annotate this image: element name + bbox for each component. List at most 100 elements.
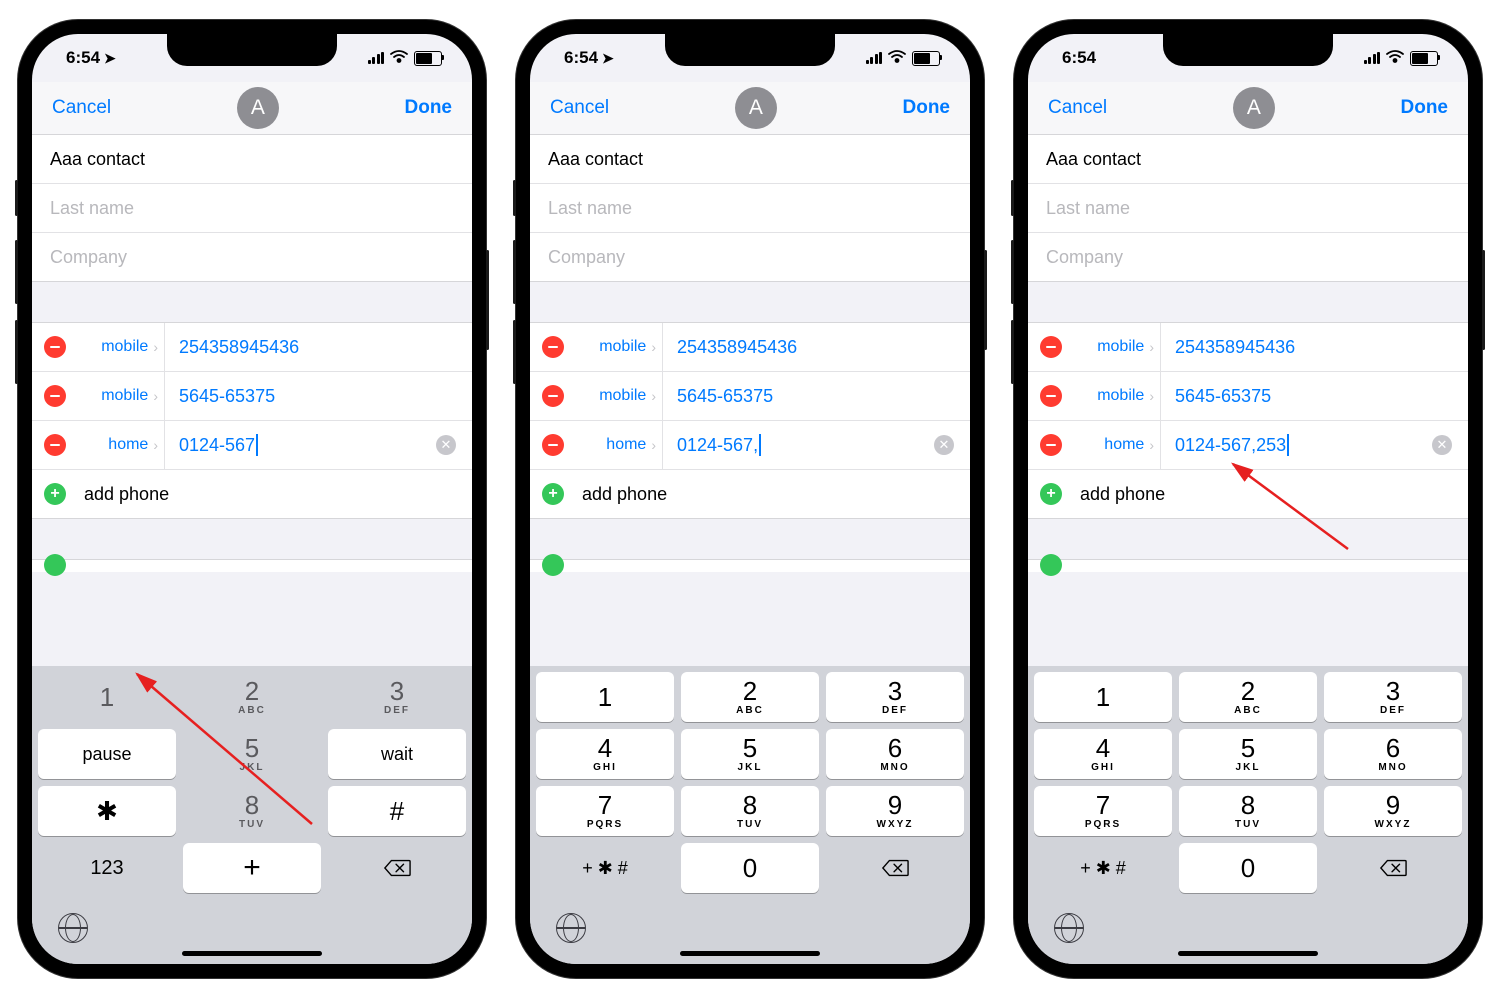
keypad-key[interactable]: 3DEF [826,672,964,722]
keypad-key[interactable]: 3DEF [1324,672,1462,722]
clear-icon[interactable]: ✕ [934,435,954,455]
add-button[interactable] [542,483,564,505]
avatar[interactable]: A [237,87,279,129]
keypad-key[interactable]: 1 [38,672,176,722]
remove-button[interactable] [542,385,564,407]
backspace-key[interactable] [328,843,466,893]
phone-value[interactable]: 0124-567,253 [1161,434,1432,456]
keypad-key[interactable]: 4GHI [536,729,674,779]
key-sub: PQRS [587,819,623,830]
keypad-key[interactable]: 9WXYZ [826,786,964,836]
phone-label[interactable]: home› [576,421,663,469]
done-button[interactable]: Done [903,97,951,119]
phone-value[interactable]: 0124-567 [165,434,436,456]
remove-button[interactable] [1040,336,1062,358]
remove-button[interactable] [542,434,564,456]
keypad-key[interactable]: 2ABC [183,672,321,722]
keypad-key[interactable]: 1 [536,672,674,722]
phone-label[interactable]: mobile› [576,372,663,420]
add-button[interactable] [1040,483,1062,505]
home-indicator[interactable] [182,951,322,956]
keypad-key[interactable]: 7PQRS [536,786,674,836]
keypad-key[interactable]: 2ABC [1179,672,1317,722]
phone-label[interactable]: home› [78,421,165,469]
cancel-button[interactable]: Cancel [52,97,111,119]
cancel-button[interactable]: Cancel [550,97,609,119]
phone-value[interactable]: 5645-65375 [165,386,460,407]
keypad-key[interactable]: 9WXYZ [1324,786,1462,836]
clear-icon[interactable]: ✕ [1432,435,1452,455]
key-sub: TUV [1235,819,1261,830]
keypad-key[interactable]: 2ABC [681,672,819,722]
phone-value[interactable]: 5645-65375 [1161,386,1456,407]
keypad-key[interactable]: wait [328,729,466,779]
keypad-key[interactable]: 1 [1034,672,1172,722]
last-name-field[interactable]: Last name [32,184,472,233]
switch-123[interactable]: 123 [38,843,176,893]
keypad-key[interactable]: ✱ [38,786,176,836]
keypad-key[interactable]: 6MNO [826,729,964,779]
avatar[interactable]: A [1233,87,1275,129]
phone-label[interactable]: mobile› [78,372,165,420]
first-name-field[interactable]: Aaa contact [32,135,472,184]
home-indicator[interactable] [680,951,820,956]
keypad-key[interactable]: 3DEF [328,672,466,722]
next-section-peek [530,559,970,572]
nav-header: Cancel A Done [32,82,472,135]
phone-value[interactable]: 0124-567, [663,434,934,456]
keypad-key[interactable]: 6MNO [1324,729,1462,779]
phone-label[interactable]: home› [1074,421,1161,469]
key-0[interactable]: 0 [681,843,819,893]
remove-button[interactable] [44,434,66,456]
keypad-key[interactable]: 8TUV [183,786,321,836]
home-indicator[interactable] [1178,951,1318,956]
backspace-key[interactable] [1324,843,1462,893]
first-name-field[interactable]: Aaa contact [530,135,970,184]
add-phone-row[interactable]: add phone [1028,470,1468,518]
keypad-key[interactable]: 8TUV [1179,786,1317,836]
remove-button[interactable] [44,336,66,358]
keypad-key[interactable]: 8TUV [681,786,819,836]
avatar[interactable]: A [735,87,777,129]
globe-icon[interactable] [556,913,586,943]
phone-label[interactable]: mobile› [1074,372,1161,420]
add-phone-row[interactable]: add phone [530,470,970,518]
keypad-key[interactable]: # [328,786,466,836]
keypad-key[interactable]: 5JKL [183,729,321,779]
phone-value[interactable]: 254358945436 [165,337,460,358]
keypad-key[interactable]: 7PQRS [1034,786,1172,836]
phone-value[interactable]: 254358945436 [1161,337,1456,358]
remove-button[interactable] [44,385,66,407]
last-name-field[interactable]: Last name [1028,184,1468,233]
add-button[interactable] [44,483,66,505]
phone-label[interactable]: mobile› [1074,323,1161,371]
key-0[interactable]: 0 [1179,843,1317,893]
keypad-key[interactable]: 5JKL [681,729,819,779]
cancel-button[interactable]: Cancel [1048,97,1107,119]
done-button[interactable]: Done [405,97,453,119]
phone-label[interactable]: mobile› [78,323,165,371]
remove-button[interactable] [1040,385,1062,407]
switch-symbols[interactable]: + ✱ # [536,843,674,893]
keypad-key[interactable]: 5JKL [1179,729,1317,779]
remove-button[interactable] [1040,434,1062,456]
phone-value[interactable]: 5645-65375 [663,386,958,407]
keypad-key[interactable]: 4GHI [1034,729,1172,779]
key-plus[interactable]: + [183,843,321,893]
phone-label[interactable]: mobile› [576,323,663,371]
company-field[interactable]: Company [530,233,970,281]
company-field[interactable]: Company [1028,233,1468,281]
company-field[interactable]: Company [32,233,472,281]
keypad-key[interactable]: pause [38,729,176,779]
first-name-field[interactable]: Aaa contact [1028,135,1468,184]
globe-icon[interactable] [1054,913,1084,943]
phone-value[interactable]: 254358945436 [663,337,958,358]
last-name-field[interactable]: Last name [530,184,970,233]
add-phone-row[interactable]: add phone [32,470,472,518]
clear-icon[interactable]: ✕ [436,435,456,455]
done-button[interactable]: Done [1401,97,1449,119]
globe-icon[interactable] [58,913,88,943]
backspace-key[interactable] [826,843,964,893]
remove-button[interactable] [542,336,564,358]
switch-symbols[interactable]: + ✱ # [1034,843,1172,893]
